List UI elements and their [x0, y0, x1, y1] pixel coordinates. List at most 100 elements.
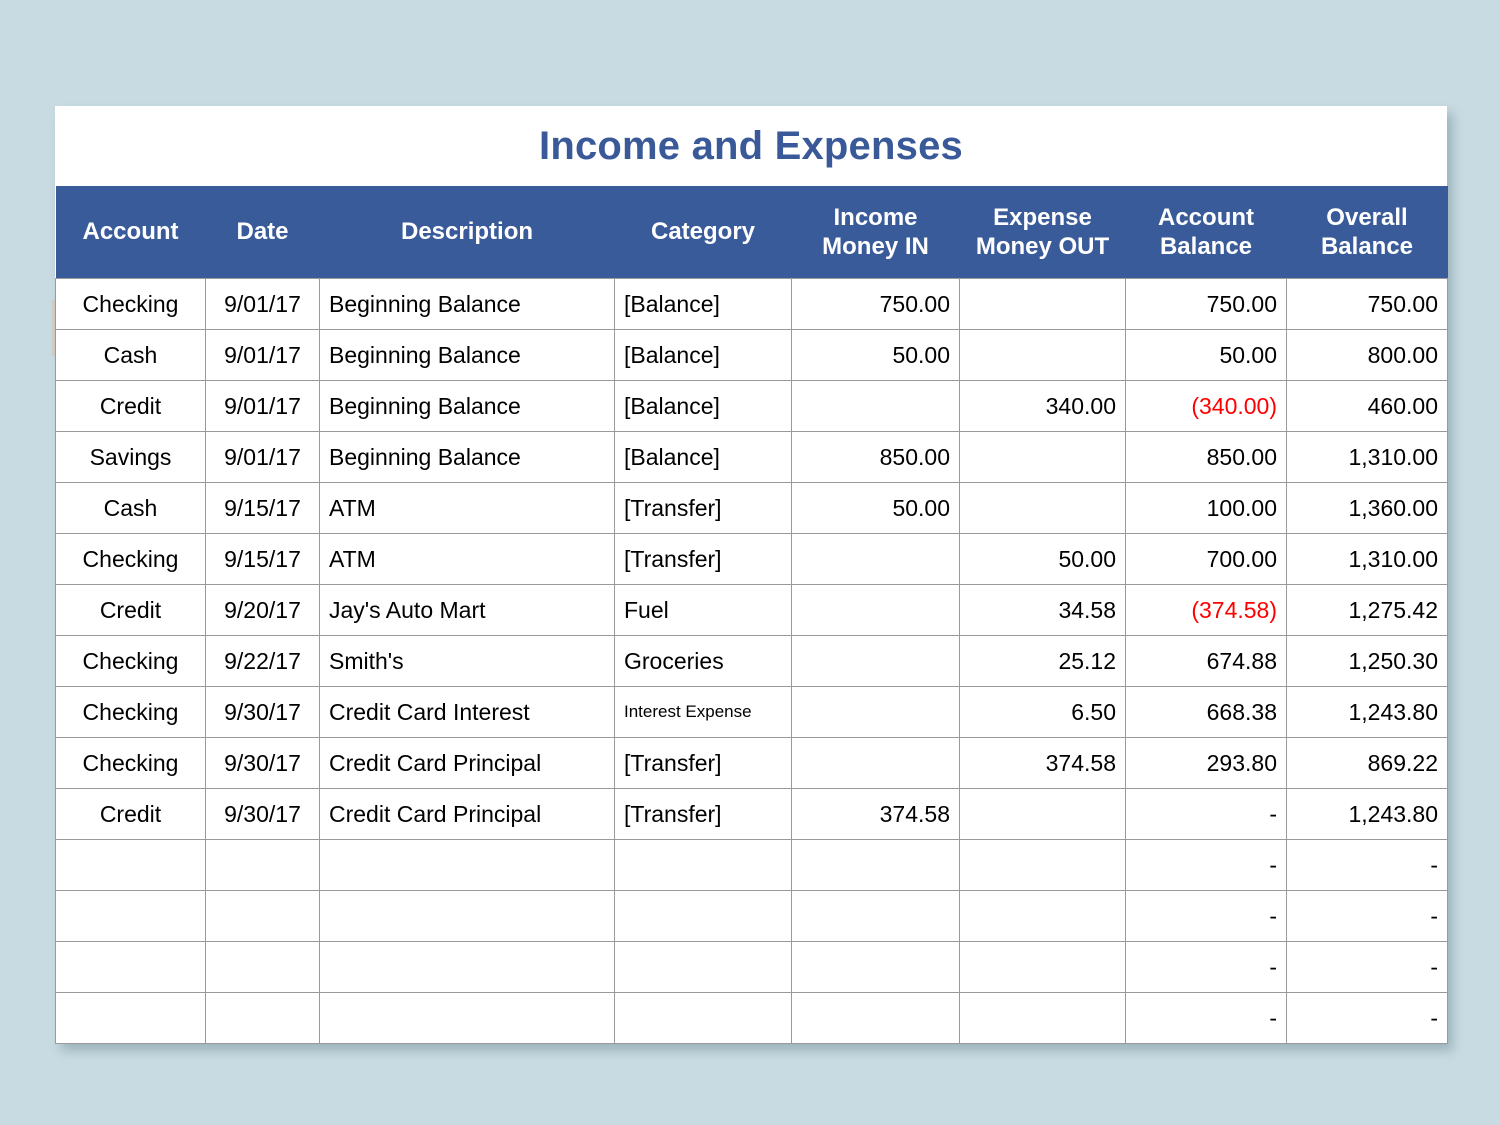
cell-account[interactable]	[56, 993, 206, 1044]
cell-account[interactable]: Savings	[56, 432, 206, 483]
cell-date[interactable]: 9/01/17	[206, 381, 320, 432]
cell-account[interactable]	[56, 891, 206, 942]
cell-out[interactable]: 25.12	[960, 636, 1126, 687]
cell-account[interactable]: Checking	[56, 534, 206, 585]
cell-account[interactable]: Checking	[56, 687, 206, 738]
cell-date[interactable]: 9/30/17	[206, 738, 320, 789]
cell-desc[interactable]: Beginning Balance	[320, 381, 615, 432]
cell-in[interactable]	[792, 636, 960, 687]
cell-date[interactable]: 9/22/17	[206, 636, 320, 687]
cell-acctbal[interactable]: 293.80	[1126, 738, 1287, 789]
cell-out[interactable]: 340.00	[960, 381, 1126, 432]
cell-category[interactable]: Interest Expense	[615, 687, 792, 738]
column-header-acctbal[interactable]: Account Balance	[1126, 186, 1287, 279]
cell-category[interactable]: [Transfer]	[615, 738, 792, 789]
cell-account[interactable]: Checking	[56, 738, 206, 789]
cell-out[interactable]: 6.50	[960, 687, 1126, 738]
cell-acctbal[interactable]: -	[1126, 789, 1287, 840]
cell-in[interactable]: 850.00	[792, 432, 960, 483]
cell-desc[interactable]: Jay's Auto Mart	[320, 585, 615, 636]
cell-desc[interactable]	[320, 891, 615, 942]
cell-account[interactable]: Cash	[56, 483, 206, 534]
cell-in[interactable]	[792, 585, 960, 636]
cell-overbal[interactable]: 800.00	[1287, 330, 1448, 381]
cell-desc[interactable]: Beginning Balance	[320, 432, 615, 483]
cell-date[interactable]: 9/15/17	[206, 483, 320, 534]
cell-acctbal[interactable]: 668.38	[1126, 687, 1287, 738]
cell-out[interactable]	[960, 279, 1126, 330]
cell-overbal[interactable]: 1,360.00	[1287, 483, 1448, 534]
cell-date[interactable]: 9/01/17	[206, 279, 320, 330]
cell-out[interactable]: 374.58	[960, 738, 1126, 789]
cell-desc[interactable]: Smith's	[320, 636, 615, 687]
cell-date[interactable]	[206, 840, 320, 891]
cell-account[interactable]: Credit	[56, 789, 206, 840]
cell-desc[interactable]	[320, 993, 615, 1044]
cell-acctbal[interactable]: 50.00	[1126, 330, 1287, 381]
cell-account[interactable]	[56, 840, 206, 891]
cell-out[interactable]	[960, 330, 1126, 381]
cell-desc[interactable]: Beginning Balance	[320, 279, 615, 330]
cell-category[interactable]: [Transfer]	[615, 789, 792, 840]
cell-in[interactable]	[792, 738, 960, 789]
cell-out[interactable]	[960, 942, 1126, 993]
cell-category[interactable]	[615, 942, 792, 993]
cell-desc[interactable]: Credit Card Principal	[320, 738, 615, 789]
cell-in[interactable]: 374.58	[792, 789, 960, 840]
cell-desc[interactable]: Credit Card Principal	[320, 789, 615, 840]
cell-date[interactable]	[206, 942, 320, 993]
cell-date[interactable]: 9/20/17	[206, 585, 320, 636]
cell-desc[interactable]: ATM	[320, 534, 615, 585]
cell-overbal[interactable]: 1,310.00	[1287, 432, 1448, 483]
cell-out[interactable]: 34.58	[960, 585, 1126, 636]
cell-category[interactable]: [Transfer]	[615, 534, 792, 585]
cell-category[interactable]	[615, 993, 792, 1044]
column-header-account[interactable]: Account	[56, 186, 206, 279]
cell-date[interactable]: 9/30/17	[206, 687, 320, 738]
cell-date[interactable]: 9/15/17	[206, 534, 320, 585]
cell-account[interactable]: Credit	[56, 585, 206, 636]
cell-overbal[interactable]: -	[1287, 891, 1448, 942]
cell-in[interactable]	[792, 993, 960, 1044]
cell-category[interactable]: Groceries	[615, 636, 792, 687]
cell-out[interactable]	[960, 432, 1126, 483]
cell-acctbal[interactable]: -	[1126, 993, 1287, 1044]
cell-account[interactable]: Checking	[56, 636, 206, 687]
cell-date[interactable]: 9/30/17	[206, 789, 320, 840]
cell-account[interactable]: Cash	[56, 330, 206, 381]
cell-overbal[interactable]: 1,275.42	[1287, 585, 1448, 636]
cell-overbal[interactable]: 1,310.00	[1287, 534, 1448, 585]
cell-overbal[interactable]: 750.00	[1287, 279, 1448, 330]
cell-in[interactable]: 50.00	[792, 483, 960, 534]
cell-in[interactable]	[792, 687, 960, 738]
column-header-out[interactable]: Expense Money OUT	[960, 186, 1126, 279]
cell-date[interactable]	[206, 993, 320, 1044]
cell-overbal[interactable]: 1,250.30	[1287, 636, 1448, 687]
column-header-overbal[interactable]: Overall Balance	[1287, 186, 1448, 279]
cell-out[interactable]	[960, 789, 1126, 840]
cell-in[interactable]: 50.00	[792, 330, 960, 381]
cell-acctbal[interactable]: 674.88	[1126, 636, 1287, 687]
cell-category[interactable]: [Balance]	[615, 279, 792, 330]
cell-acctbal[interactable]: 850.00	[1126, 432, 1287, 483]
cell-date[interactable]: 9/01/17	[206, 432, 320, 483]
cell-category[interactable]: [Transfer]	[615, 483, 792, 534]
cell-overbal[interactable]: 1,243.80	[1287, 687, 1448, 738]
cell-out[interactable]: 50.00	[960, 534, 1126, 585]
column-header-category[interactable]: Category	[615, 186, 792, 279]
cell-acctbal[interactable]: -	[1126, 891, 1287, 942]
cell-in[interactable]: 750.00	[792, 279, 960, 330]
cell-overbal[interactable]: -	[1287, 993, 1448, 1044]
cell-category[interactable]	[615, 891, 792, 942]
cell-overbal[interactable]: 869.22	[1287, 738, 1448, 789]
cell-desc[interactable]	[320, 840, 615, 891]
column-header-desc[interactable]: Description	[320, 186, 615, 279]
cell-acctbal[interactable]: 700.00	[1126, 534, 1287, 585]
cell-acctbal[interactable]: -	[1126, 942, 1287, 993]
cell-category[interactable]: [Balance]	[615, 381, 792, 432]
cell-out[interactable]	[960, 993, 1126, 1044]
cell-in[interactable]	[792, 891, 960, 942]
cell-date[interactable]: 9/01/17	[206, 330, 320, 381]
cell-desc[interactable]	[320, 942, 615, 993]
cell-in[interactable]	[792, 381, 960, 432]
